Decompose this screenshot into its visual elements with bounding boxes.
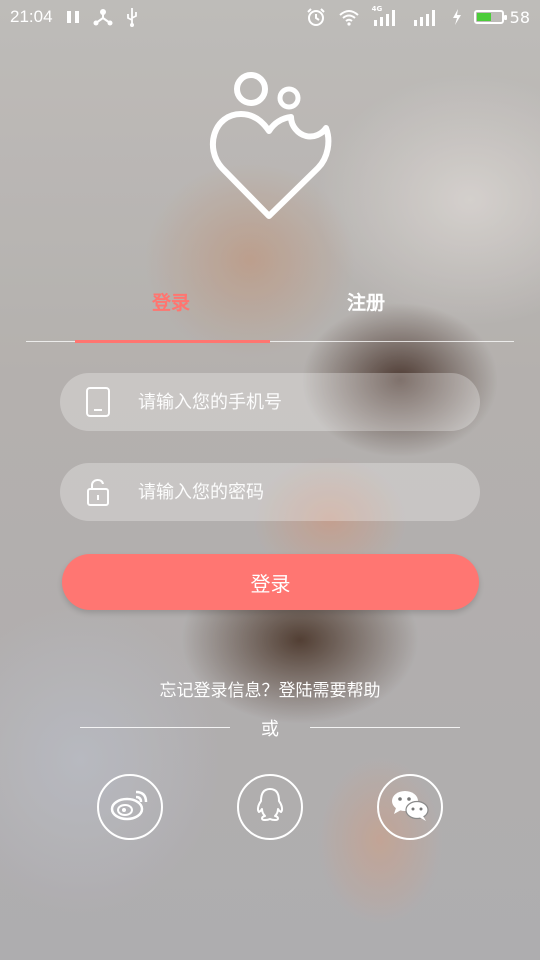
divider-label: 或 (261, 719, 279, 740)
qq-icon (254, 786, 286, 828)
wechat-login-button[interactable] (377, 774, 443, 840)
alarm-icon (306, 7, 326, 27)
status-time: 21:04 (10, 7, 53, 26)
or-divider: 或 (80, 715, 460, 741)
help-link[interactable]: 忘记登录信息？登陆需要帮助 (0, 676, 540, 701)
password-field[interactable] (60, 463, 480, 521)
phone-icon (60, 386, 136, 418)
active-tab-indicator (75, 340, 270, 343)
wechat-icon (390, 788, 430, 826)
divider-line-right (310, 727, 460, 728)
signal-icon: 4G (371, 5, 400, 26)
usb-icon (125, 7, 139, 27)
login-screen: 21:04 4G 58 登录 注册 请输入您的手机号 登录 忘记登录信息？登陆需… (0, 0, 540, 960)
charging-icon (452, 8, 462, 26)
battery-icon (473, 10, 507, 24)
phone-field[interactable] (60, 373, 480, 431)
auth-tabs: 登录 注册 (26, 280, 514, 343)
password-input[interactable] (136, 480, 480, 504)
weibo-icon (110, 788, 150, 826)
network-type-label: 4G (371, 5, 383, 13)
signal-icon-2 (412, 8, 440, 26)
qq-login-button[interactable] (237, 774, 303, 840)
battery-fill (476, 13, 491, 21)
weibo-login-button[interactable] (97, 774, 163, 840)
app-logo (208, 66, 332, 226)
tab-register[interactable]: 注册 (266, 288, 466, 315)
phone-input[interactable] (136, 390, 480, 414)
share-network-icon (93, 8, 113, 26)
pause-icon (65, 9, 81, 25)
battery-level: 58 (509, 7, 530, 27)
lock-icon (60, 477, 136, 507)
wifi-icon (338, 8, 360, 26)
status-bar: 21:04 4G 58 (0, 0, 540, 34)
login-button[interactable]: 登录 (62, 554, 479, 610)
tab-login[interactable]: 登录 (71, 288, 271, 315)
